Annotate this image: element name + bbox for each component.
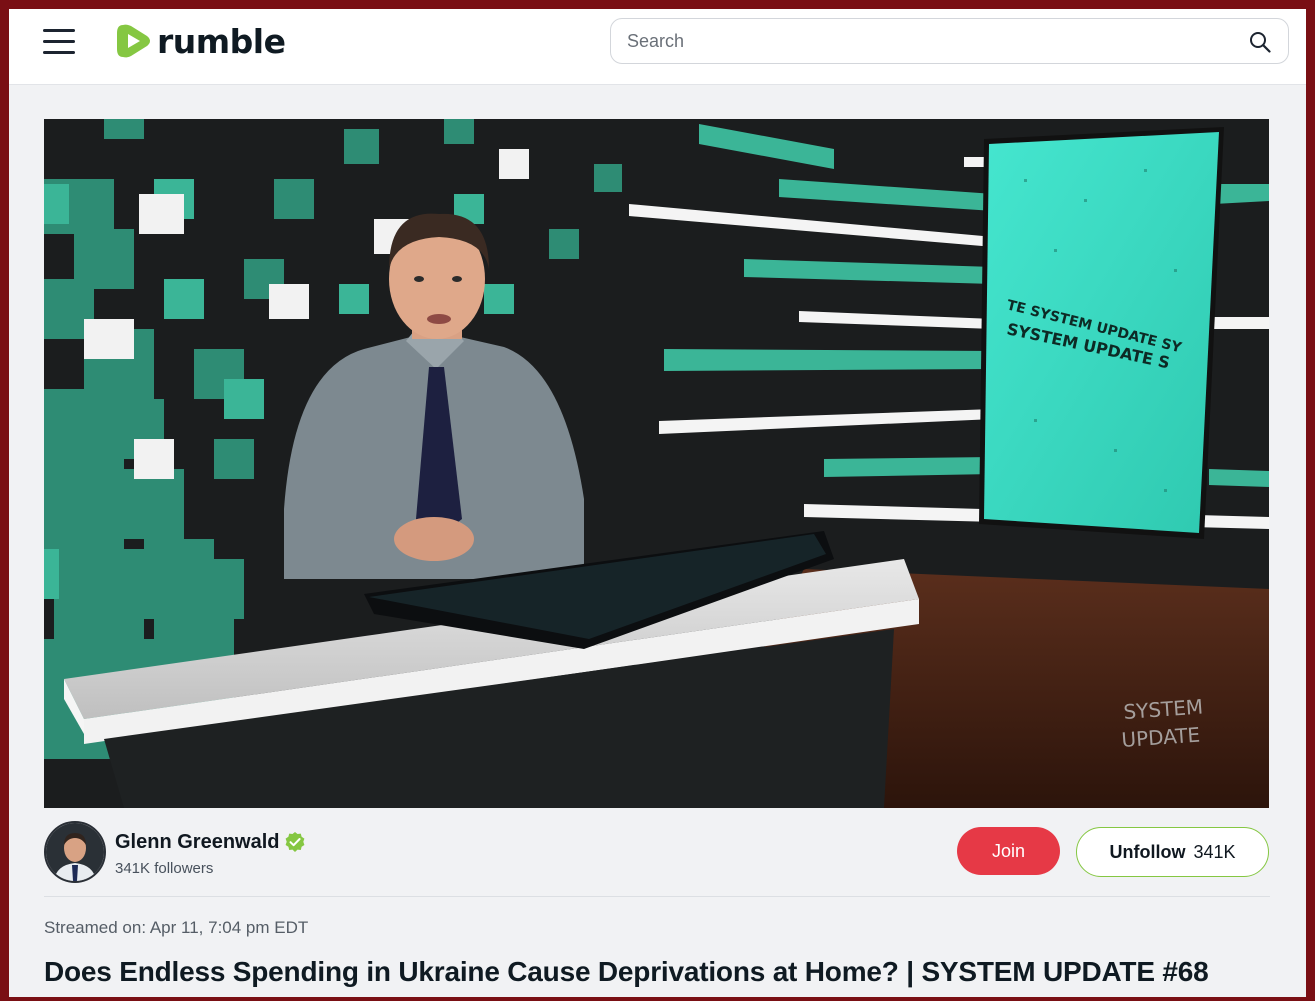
video-title: Does Endless Spending in Ukraine Cause D… xyxy=(44,956,1209,987)
avatar[interactable] xyxy=(44,821,106,883)
search-icon[interactable] xyxy=(1248,30,1272,54)
followers-count: 341K followers xyxy=(115,860,214,877)
search-input[interactable] xyxy=(627,19,1227,63)
divider xyxy=(44,896,1270,897)
video-player[interactable]: TE SYSTEM UPDATE SY SYSTEM UPDATE S SYST… xyxy=(44,119,1269,808)
verified-badge-icon xyxy=(285,832,305,852)
channel-row: Glenn Greenwald 341K followers Join Unfo… xyxy=(44,821,1270,885)
channel-name[interactable]: Glenn Greenwald xyxy=(115,831,279,854)
unfollow-label: Unfollow xyxy=(1109,841,1186,862)
join-button[interactable]: Join xyxy=(957,827,1060,875)
logo-text: rumble xyxy=(157,21,286,61)
follow-count: 341K xyxy=(1193,841,1236,862)
search-bar xyxy=(610,18,1289,64)
rumble-play-icon xyxy=(117,24,150,58)
page: rumble Search TE SYSTEM UPDATE SY SYSTEM… xyxy=(9,9,1306,997)
menu-icon[interactable] xyxy=(43,29,75,55)
top-bar: rumble xyxy=(9,9,1306,85)
rumble-logo[interactable]: rumble xyxy=(115,21,286,61)
video-frame: TE SYSTEM UPDATE SY SYSTEM UPDATE S SYST… xyxy=(44,119,1269,808)
streamed-date: Streamed on: Apr 11, 7:04 pm EDT xyxy=(44,918,309,937)
unfollow-button[interactable]: Unfollow 341K xyxy=(1076,827,1269,877)
